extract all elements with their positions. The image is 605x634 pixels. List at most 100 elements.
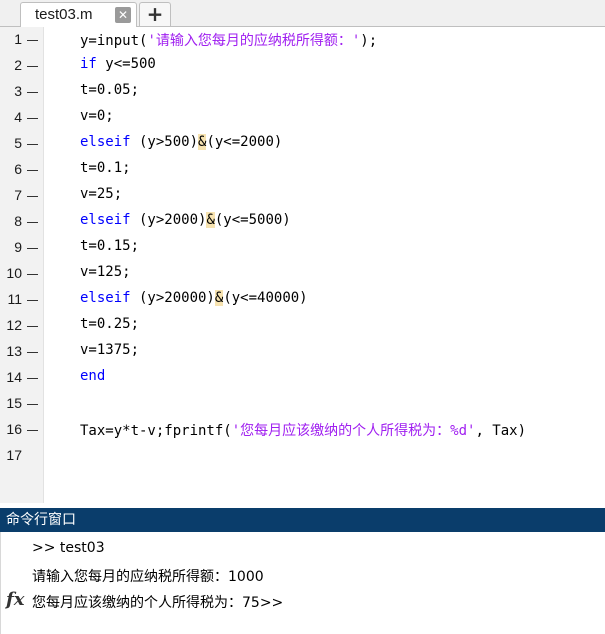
code-token: v=125; [80, 264, 131, 280]
breakpoint-marker[interactable] [27, 40, 38, 41]
code-text: t=0.05; [80, 82, 139, 98]
line-number: 8 [14, 213, 22, 229]
string-token: '请输入您每月的应纳税所得额：' [147, 33, 361, 49]
line-number: 5 [14, 135, 22, 151]
code-token: v=0; [80, 108, 114, 124]
breakpoint-marker[interactable] [27, 352, 38, 353]
code-line[interactable]: 10 v=125; [0, 261, 605, 287]
code-line[interactable]: 13 v=1375; [0, 339, 605, 365]
line-number: 15 [6, 395, 22, 411]
breakpoint-marker[interactable] [27, 222, 38, 223]
breakpoint-marker[interactable] [27, 248, 38, 249]
code-token: y<=500 [96, 56, 156, 72]
code-line[interactable]: 1 y=input('请输入您每月的应纳税所得额：'); [0, 27, 605, 53]
code-line[interactable]: 3 t=0.05; [0, 79, 605, 105]
code-token: (y<=40000) [223, 290, 308, 306]
code-token: v=25; [80, 186, 123, 202]
breakpoint-marker[interactable] [27, 430, 38, 431]
command-line: 请输入您每月的应纳税所得额：1000 [32, 569, 264, 585]
string-token: '您每月应该缴纳的个人所得税为：%d' [231, 423, 476, 439]
code-text: v=25; [80, 186, 122, 202]
code-text: v=1375; [80, 342, 139, 358]
editor-tab-bar: test03.m ✕ + [0, 0, 605, 27]
tab-test03[interactable]: test03.m ✕ [20, 2, 137, 27]
code-text: y=input('请输入您每月的应纳税所得额：'); [80, 30, 377, 50]
breakpoint-marker[interactable] [27, 378, 38, 379]
code-line[interactable]: 12 t=0.25; [0, 313, 605, 339]
keyword-token: elseif [80, 134, 131, 150]
breakpoint-marker[interactable] [27, 92, 38, 93]
code-line[interactable]: 4 v=0; [0, 105, 605, 131]
code-token: & [206, 212, 215, 228]
breakpoint-marker[interactable] [27, 300, 38, 301]
code-line[interactable]: 8 elseif (y>2000)&(y<=5000) [0, 209, 605, 235]
code-text: elseif (y>20000)&(y<=40000) [80, 290, 308, 306]
code-line[interactable]: 9 t=0.15; [0, 235, 605, 261]
code-token: y=input( [80, 33, 148, 49]
keyword-token: elseif [80, 212, 131, 228]
code-text: t=0.25; [80, 316, 139, 332]
code-line[interactable]: 15 [0, 391, 605, 417]
line-number: 12 [6, 317, 22, 333]
breakpoint-marker[interactable] [27, 118, 38, 119]
code-text: t=0.1; [80, 160, 131, 176]
breakpoint-marker[interactable] [27, 404, 38, 405]
line-number: 11 [7, 291, 22, 307]
code-line[interactable]: 14 end [0, 365, 605, 391]
code-text: Tax=y*t-v;fprintf('您每月应该缴纳的个人所得税为：%d', T… [80, 420, 526, 440]
code-token: (y<=2000) [206, 134, 283, 150]
fx-icon[interactable]: fx [6, 589, 24, 610]
code-text: v=0; [80, 108, 114, 124]
command-window-title: 命令行窗口 [0, 508, 605, 532]
code-text: t=0.15; [80, 238, 139, 254]
code-text: v=125; [80, 264, 131, 280]
line-number: 1 [14, 31, 22, 47]
breakpoint-marker[interactable] [27, 326, 38, 327]
line-number: 17 [6, 447, 22, 463]
code-token: (y>2000) [130, 212, 207, 228]
code-line[interactable]: 2 if y<=500 [0, 53, 605, 79]
line-number: 13 [6, 343, 22, 359]
code-editor[interactable]: 1 y=input('请输入您每月的应纳税所得额：'); 2 if y<=500 3 t=… [0, 27, 605, 503]
line-number: 16 [6, 421, 22, 437]
code-text: elseif (y>2000)&(y<=5000) [80, 212, 291, 228]
new-tab-button[interactable]: + [139, 2, 171, 26]
code-token: (y<=5000) [214, 212, 291, 228]
code-text: if y<=500 [80, 56, 156, 72]
keyword-token: if [80, 56, 97, 72]
breakpoint-marker[interactable] [27, 170, 38, 171]
code-token: (y>500) [130, 134, 199, 150]
close-icon[interactable]: ✕ [115, 7, 131, 23]
code-line[interactable]: 17 [0, 443, 605, 469]
breakpoint-marker[interactable] [27, 274, 38, 275]
line-number: 6 [14, 161, 22, 177]
command-window[interactable]: >> test03 请输入您每月的应纳税所得额：1000 您每月应该缴纳的个人所… [0, 532, 605, 634]
code-token: ); [360, 33, 378, 49]
code-token: t=0.05; [80, 82, 140, 98]
tab-label: test03.m [35, 6, 93, 23]
code-token: (y>20000) [130, 290, 215, 306]
code-line[interactable]: 5 elseif (y>500)&(y<=2000) [0, 131, 605, 157]
code-token: Tax=y*t-v;fprintf( [80, 423, 232, 439]
keyword-token: elseif [80, 290, 131, 306]
code-token: v=1375; [80, 342, 140, 358]
line-number: 2 [14, 57, 22, 73]
line-number: 3 [14, 83, 22, 99]
line-number: 14 [6, 369, 22, 385]
line-number: 10 [6, 265, 22, 281]
breakpoint-marker[interactable] [27, 144, 38, 145]
breakpoint-marker[interactable] [27, 196, 38, 197]
command-line: 您每月应该缴纳的个人所得税为：75>> [32, 595, 284, 611]
code-line[interactable]: 11 elseif (y>20000)&(y<=40000) [0, 287, 605, 313]
code-token: t=0.1; [80, 160, 131, 176]
code-line[interactable]: 7 v=25; [0, 183, 605, 209]
code-line[interactable]: 16 Tax=y*t-v;fprintf('您每月应该缴纳的个人所得税为：%d',… [0, 417, 605, 443]
breakpoint-marker[interactable] [27, 66, 38, 67]
code-text: end [80, 368, 105, 384]
code-line[interactable]: 6 t=0.1; [0, 157, 605, 183]
keyword-token: end [80, 368, 106, 384]
code-text: elseif (y>500)&(y<=2000) [80, 134, 282, 150]
line-number: 7 [14, 187, 22, 203]
code-token: t=0.25; [80, 316, 140, 332]
code-token: , Tax) [475, 423, 527, 439]
